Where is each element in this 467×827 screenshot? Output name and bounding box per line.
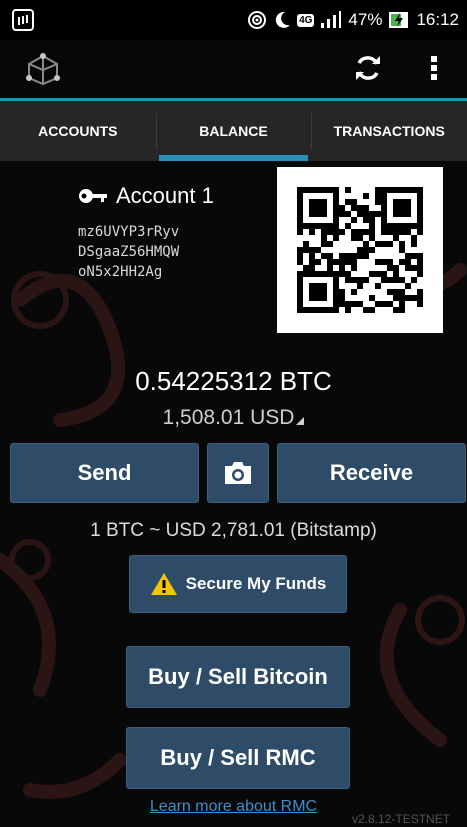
- balance-fiat-value: 1,508.01 USD: [162, 406, 295, 429]
- buy-sell-bitcoin-button[interactable]: Buy / Sell Bitcoin: [126, 646, 350, 708]
- balance-fiat[interactable]: 1,508.01 USD: [0, 406, 467, 430]
- address-line: mz6UVYP3rRyv: [78, 224, 180, 240]
- overflow-menu-icon[interactable]: [424, 52, 444, 84]
- refresh-icon[interactable]: [352, 52, 384, 84]
- nfc-icon: [12, 9, 34, 31]
- action-bar: [0, 40, 467, 98]
- clock: 16:12: [416, 10, 459, 29]
- warning-icon: [150, 573, 177, 595]
- secure-my-funds-label: Secure My Funds: [185, 574, 327, 593]
- tab-transactions[interactable]: TRANSACTIONS: [311, 101, 467, 161]
- scan-qr-button[interactable]: [207, 443, 269, 503]
- status-icons: 4G 47% 16:12: [247, 9, 459, 31]
- tab-balance[interactable]: BALANCE: [155, 101, 312, 161]
- exchange-rate: 1 BTC ~ USD 2,781.01 (Bitstamp): [90, 520, 377, 541]
- network-type-badge: 4G: [297, 13, 315, 27]
- battery-charging-icon: [389, 12, 409, 28]
- currency-dropdown-icon: [296, 417, 305, 425]
- do-not-disturb-moon-icon: [275, 11, 291, 28]
- hotspot-icon: [248, 11, 267, 29]
- balance-btc: 0.54225312 BTC: [135, 366, 332, 396]
- account-label[interactable]: Account 1: [78, 183, 214, 209]
- tab-accounts[interactable]: ACCOUNTS: [0, 101, 156, 161]
- address-qr-code[interactable]: [277, 167, 443, 333]
- send-button[interactable]: Send: [10, 443, 199, 503]
- account-address[interactable]: mz6UVYP3rRyv DSgaaZ56HMQW oN5x2HH2Ag: [78, 222, 179, 282]
- status-bar: 4G 47% 16:12: [0, 0, 467, 40]
- camera-icon: [225, 462, 251, 484]
- battery-percent: 47%: [348, 10, 383, 29]
- receive-button[interactable]: Receive: [277, 443, 466, 503]
- secure-my-funds-button[interactable]: Secure My Funds: [129, 555, 347, 613]
- tab-bar: ACCOUNTS BALANCE TRANSACTIONS: [0, 101, 467, 161]
- address-line: oN5x2HH2Ag: [78, 264, 163, 280]
- version-label: v2.8.12-TESTNET: [352, 812, 451, 826]
- key-icon: [79, 189, 107, 203]
- buy-sell-rmc-button[interactable]: Buy / Sell RMC: [126, 727, 350, 789]
- address-line: DSgaaZ56HMQW: [78, 244, 180, 260]
- account-name: Account 1: [116, 183, 214, 208]
- mycelium-logo-icon: [26, 53, 60, 86]
- signal-icon: [321, 11, 342, 28]
